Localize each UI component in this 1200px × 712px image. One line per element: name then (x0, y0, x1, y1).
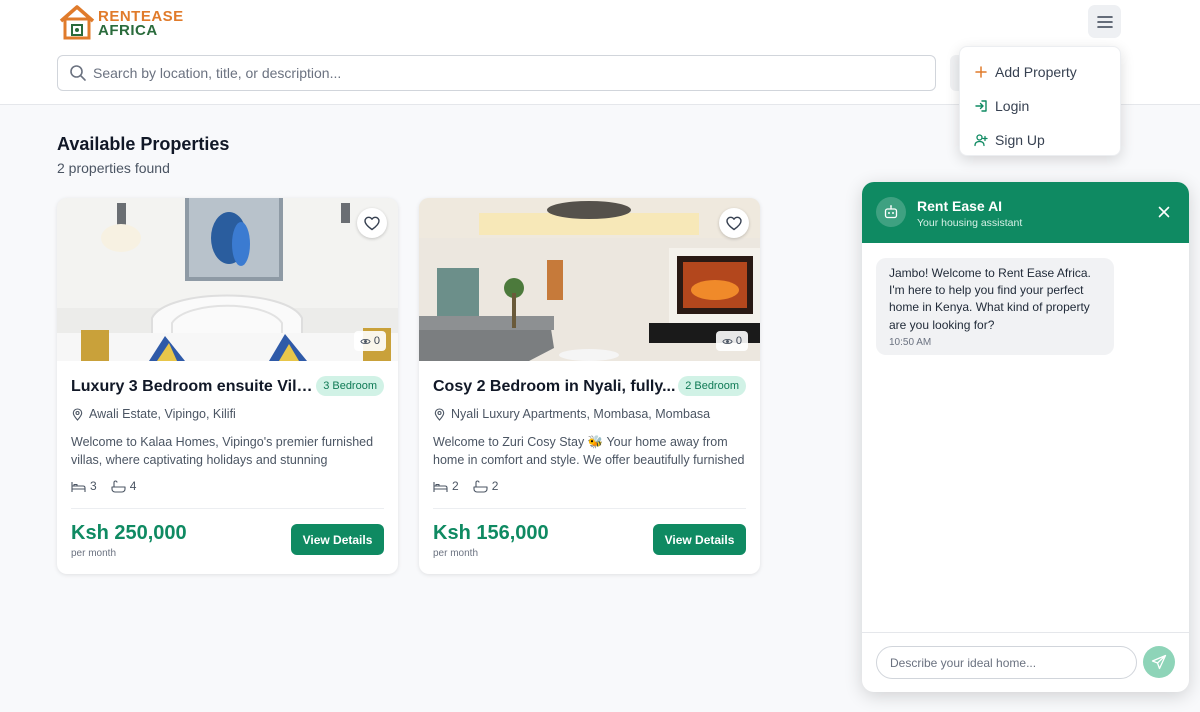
menu-item-login[interactable]: Login (960, 89, 1120, 123)
house-logo-icon (59, 5, 95, 40)
page-title: Available Properties (57, 134, 230, 154)
baths-count: 2 (491, 479, 499, 493)
property-location: Awali Estate, Vipingo, Kilifi (71, 407, 236, 421)
view-count-value: 0 (735, 335, 742, 347)
location-text: Nyali Luxury Apartments, Mombasa, Mombas… (451, 407, 711, 421)
bed-icon (433, 481, 448, 492)
search-icon (70, 65, 86, 81)
beds-spec: 3 (71, 479, 97, 493)
brand-wordmark: RENTEASE AFRICA (98, 9, 184, 38)
plus-icon (975, 66, 987, 78)
property-specs: 3 4 (71, 479, 150, 493)
login-icon (975, 100, 987, 112)
search-input[interactable] (93, 65, 935, 81)
view-count: 0 (353, 331, 386, 351)
chat-input[interactable] (876, 646, 1137, 679)
property-photo[interactable] (419, 198, 760, 361)
nav-dropdown-menu: Add Property Login Sign Up (959, 46, 1121, 156)
message-timestamp: 10:50 AM (889, 336, 932, 348)
assistant-message: Jambo! Welcome to Rent Ease Africa. I'm … (876, 258, 1114, 355)
heart-icon (364, 216, 380, 230)
menu-item-add-property[interactable]: Add Property (960, 55, 1120, 89)
baths-spec: 2 (473, 479, 499, 493)
bedroom-badge: 2 Bedroom (678, 376, 746, 396)
bedroom-badge: 3 Bedroom (316, 376, 384, 396)
baths-spec: 4 (111, 479, 137, 493)
close-icon[interactable] (1156, 204, 1172, 220)
property-card[interactable]: 0 Luxury 3 Bedroom ensuite Villa... 3 Be… (57, 198, 398, 574)
send-icon (1151, 654, 1167, 670)
property-photo[interactable] (57, 198, 398, 361)
card-divider (433, 508, 746, 509)
price-period: per month (71, 548, 117, 559)
beds-count: 2 (452, 479, 459, 493)
view-details-button[interactable]: View Details (653, 524, 746, 555)
hamburger-icon (1096, 15, 1113, 28)
brand-logo[interactable]: RENTEASE AFRICA (58, 3, 198, 41)
menu-item-label: Add Property (995, 64, 1077, 80)
property-price: Ksh 156,000 (433, 522, 549, 544)
bath-icon (111, 479, 126, 493)
price-period: per month (433, 548, 479, 559)
eye-icon (360, 338, 371, 344)
bed-icon (71, 481, 86, 492)
location-text: Awali Estate, Vipingo, Kilifi (89, 407, 236, 421)
search-bar (57, 55, 936, 91)
menu-item-label: Sign Up (995, 132, 1045, 148)
property-description: Welcome to Kalaa Homes, Vipingo's premie… (71, 435, 374, 467)
property-card[interactable]: 0 Cosy 2 Bedroom in Nyali, fully... 2 Be… (419, 198, 760, 574)
brand-line-2: AFRICA (98, 22, 158, 39)
property-title[interactable]: Luxury 3 Bedroom ensuite Villa... (71, 378, 315, 396)
favorite-button[interactable] (357, 208, 387, 238)
send-button[interactable] (1143, 646, 1175, 678)
user-plus-icon (974, 134, 988, 147)
ai-chat-panel: Rent Ease AI Your housing assistant Jamb… (862, 182, 1189, 692)
property-description: Welcome to Zuri Cosy Stay 🐝 Your home aw… (433, 435, 745, 467)
map-pin-icon (434, 407, 445, 421)
results-count: 2 properties found (57, 160, 170, 176)
favorite-button[interactable] (719, 208, 749, 238)
property-specs: 2 2 (433, 479, 512, 493)
chat-subtitle: Your housing assistant (917, 217, 1023, 229)
bot-avatar (876, 197, 906, 227)
property-title[interactable]: Cosy 2 Bedroom in Nyali, fully... (433, 378, 677, 396)
beds-spec: 2 (433, 479, 459, 493)
menu-item-label: Login (995, 98, 1030, 114)
eye-icon (722, 338, 733, 344)
view-count-value: 0 (373, 335, 380, 347)
bot-icon (884, 205, 898, 219)
message-text: Jambo! Welcome to Rent Ease Africa. I'm … (889, 266, 1091, 332)
property-price: Ksh 250,000 (71, 522, 187, 544)
view-count: 0 (715, 331, 748, 351)
card-divider (71, 508, 384, 509)
chat-composer (862, 632, 1189, 692)
chat-title: Rent Ease AI (917, 198, 1003, 214)
property-location: Nyali Luxury Apartments, Mombasa, Mombas… (433, 407, 710, 421)
chat-header: Rent Ease AI Your housing assistant (862, 182, 1189, 243)
bath-icon (473, 479, 488, 493)
menu-button[interactable] (1088, 5, 1121, 38)
baths-count: 4 (129, 479, 137, 493)
view-details-button[interactable]: View Details (291, 524, 384, 555)
beds-count: 3 (90, 479, 97, 493)
heart-icon (726, 216, 742, 230)
map-pin-icon (72, 407, 83, 421)
menu-item-sign-up[interactable]: Sign Up (960, 123, 1120, 157)
